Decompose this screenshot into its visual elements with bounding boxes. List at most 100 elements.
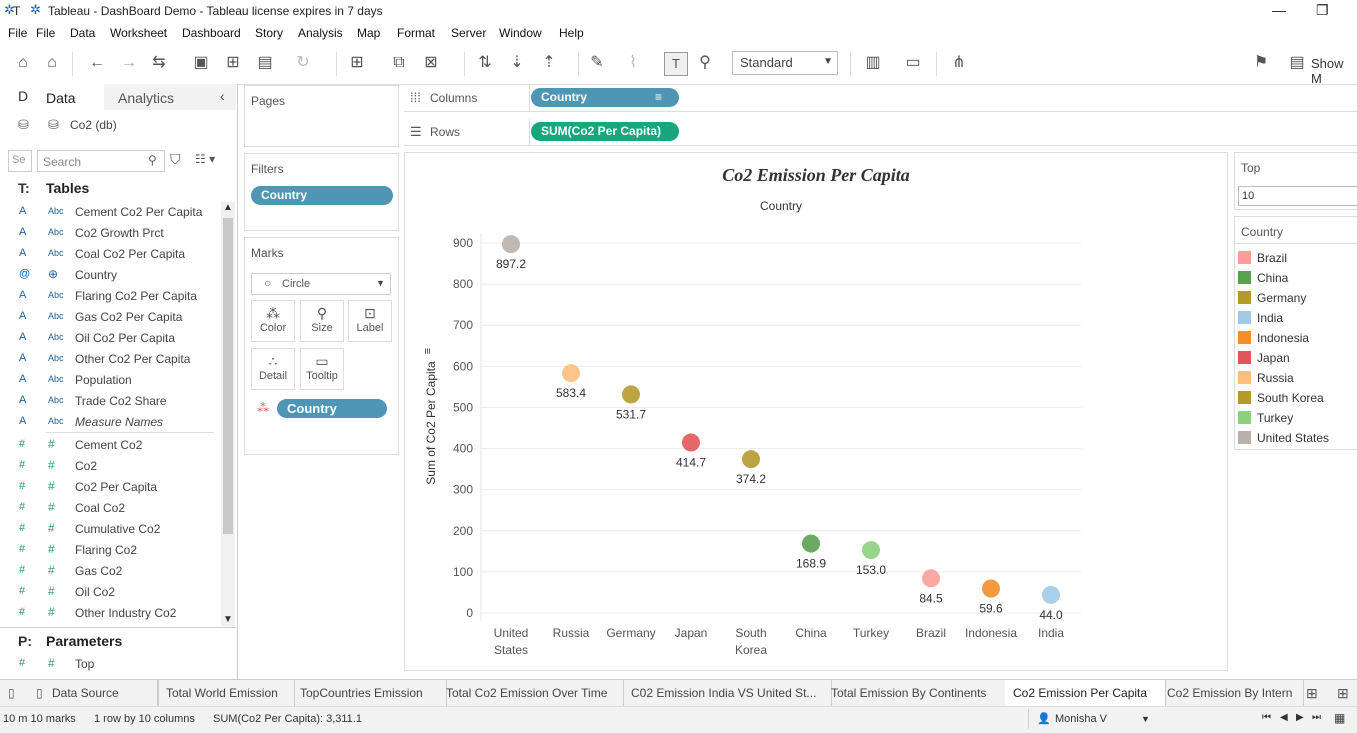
data-point[interactable] [922, 569, 940, 588]
dimension-field[interactable]: A Abc Coal Co2 Per Capita [0, 243, 220, 264]
tab-topcountries-emission[interactable]: TopCountries Emission [292, 680, 447, 706]
show-labels-icon[interactable]: T [664, 52, 688, 76]
columns-shelf[interactable]: ⁞⁞⁞ Columns Country ≡ [404, 85, 1357, 112]
data-point[interactable] [1042, 585, 1060, 604]
mark-size-select[interactable]: Standard ▼ [732, 51, 838, 75]
rows-shelf[interactable]: ☰ Rows SUM(Co2 Per Capita) [404, 119, 1357, 146]
columns-country-pill[interactable]: Country ≡ [531, 88, 679, 107]
dimension-field[interactable]: A Abc Co2 Growth Prct [0, 222, 220, 243]
start-page-icon[interactable]: ⌂ [41, 52, 63, 74]
dimension-field[interactable]: A Abc Cement Co2 Per Capita [0, 201, 220, 222]
dimension-field[interactable]: A Abc Oil Co2 Per Capita [0, 327, 220, 348]
tooltip-button[interactable]: ▭ Tooltip [300, 348, 344, 390]
color-button[interactable]: ⁂ Color [251, 300, 295, 342]
show-me-icon[interactable]: ▤ [1286, 52, 1308, 74]
measure-field[interactable]: # # Cumulative Co2 [0, 518, 220, 539]
redo-icon[interactable]: → [118, 52, 140, 74]
dimension-field[interactable]: A Abc Population [0, 369, 220, 390]
menu-worksheet[interactable]: Worksheet [110, 26, 167, 40]
last-sheet-icon[interactable]: ⏭ [1312, 712, 1321, 723]
data-point[interactable] [622, 385, 640, 404]
dimension-field[interactable]: A Abc Flaring Co2 Per Capita [0, 285, 220, 306]
measure-field[interactable]: # # Cement Co2 [0, 434, 220, 455]
datasource-name[interactable]: Co2 (db) [70, 118, 117, 132]
sort-descending-icon[interactable]: ⇡ [538, 52, 560, 74]
data-point[interactable] [862, 541, 880, 560]
refresh-icon[interactable]: ↻ [292, 52, 314, 74]
tab-c02-india-vs-us[interactable]: C02 Emission India VS United St... [623, 680, 832, 706]
legend-item[interactable]: United States [1238, 429, 1357, 449]
menu-story[interactable]: Story [255, 26, 283, 40]
prev-sheet-icon[interactable]: ◀ [1280, 712, 1288, 723]
filter-icon[interactable]: ⛉ [170, 151, 181, 168]
menu-server[interactable]: Server [451, 26, 486, 40]
dimension-field[interactable]: A Abc Trade Co2 Share [0, 390, 220, 411]
sort-ascending-icon[interactable]: ⇣ [506, 52, 528, 74]
menu-file-2[interactable]: File [36, 26, 55, 40]
minimize-icon[interactable]: — [1272, 2, 1286, 18]
home-icon[interactable]: ⌂ [12, 52, 34, 74]
parameter-item[interactable]: # # Top [0, 653, 220, 674]
search-input[interactable]: Search ⚲ [37, 150, 165, 172]
data-point[interactable] [802, 534, 820, 553]
scrollbar[interactable]: ▲ ▼ [221, 202, 235, 626]
clear-sheet-icon[interactable]: ⊠ [420, 52, 442, 74]
replace-data-icon[interactable]: ⇆ [148, 52, 170, 74]
new-dashboard-tab-icon[interactable]: ⊞ [1337, 685, 1349, 702]
menu-dashboard[interactable]: Dashboard [182, 26, 241, 40]
tab-total-world-emission[interactable]: Total World Emission [157, 680, 295, 706]
measure-field[interactable]: # # Flaring Co2 [0, 539, 220, 560]
measure-field[interactable]: # # Other Industry Co2 [0, 602, 220, 623]
measure-field[interactable]: # # Coal Co2 [0, 497, 220, 518]
highlight-icon[interactable]: ✎ [586, 52, 608, 74]
dimension-field[interactable]: @ ⊕ Country [0, 264, 220, 285]
collapse-pane-icon[interactable]: ‹ [220, 88, 225, 104]
label-button[interactable]: ⊡ Label [348, 300, 392, 342]
tab-co2-by-intern[interactable]: Co2 Emission By Intern [1159, 680, 1304, 706]
new-datasource-icon[interactable]: ⊞ [222, 52, 244, 74]
legend-item[interactable]: South Korea [1238, 389, 1357, 409]
size-button[interactable]: ⚲ Size [300, 300, 344, 342]
tab-co2-per-capita[interactable]: Co2 Emission Per Capita [1005, 680, 1166, 708]
new-worksheet-icon[interactable]: ⊞ [346, 52, 368, 74]
save-icon[interactable]: ▣ [190, 52, 212, 74]
dimension-field[interactable]: A Abc Measure Names [0, 411, 220, 432]
menu-map[interactable]: Map [357, 26, 380, 40]
fix-axes-icon[interactable]: ⚲ [694, 52, 716, 74]
rows-sum-pill[interactable]: SUM(Co2 Per Capita) [531, 122, 679, 141]
data-point[interactable] [562, 364, 580, 383]
menu-format[interactable]: Format [397, 26, 435, 40]
group-icon[interactable]: ⌇ [622, 52, 644, 74]
legend-item[interactable]: Germany [1238, 289, 1357, 309]
measure-field[interactable]: # # Oil Co2 [0, 581, 220, 602]
filter-country-pill[interactable]: Country [251, 186, 393, 205]
data-point[interactable] [682, 433, 700, 452]
duplicate-icon[interactable]: ⧉ [388, 52, 410, 74]
tab-data-short[interactable]: D [18, 88, 28, 104]
legend-item[interactable]: Japan [1238, 349, 1357, 369]
show-filmstrip-icon[interactable]: ▦ [1334, 711, 1345, 725]
mark-type-select[interactable]: ○ Circle ▼ [251, 273, 391, 295]
menu-file-1[interactable]: File [8, 26, 27, 40]
scroll-up-icon[interactable]: ▲ [223, 202, 233, 213]
measure-field[interactable]: # # Co2 [0, 455, 220, 476]
scrollbar-thumb[interactable] [223, 218, 233, 534]
presentation-icon[interactable]: ▭ [902, 52, 924, 74]
measure-field[interactable]: # # Co2 Per Capita [0, 476, 220, 497]
paint-brush-icon[interactable]: ⚑ [1250, 52, 1272, 74]
menu-analysis[interactable]: Analysis [298, 26, 343, 40]
tab-data[interactable]: Data [36, 84, 104, 112]
tab-data-source[interactable]: Data Source [44, 680, 159, 706]
new-worksheet-tab-icon[interactable]: ⊞ [1306, 685, 1318, 702]
tab-total-co2-over-time[interactable]: Total Co2 Emission Over Time [438, 680, 624, 706]
tab-total-by-continents[interactable]: Total Emission By Continents [823, 680, 1009, 706]
legend-item[interactable]: Indonesia [1238, 329, 1357, 349]
legend-item[interactable]: Russia [1238, 369, 1357, 389]
undo-icon[interactable]: ← [86, 52, 108, 74]
first-sheet-icon[interactable]: ⏮ [1262, 712, 1271, 723]
data-point[interactable] [982, 579, 1000, 598]
detail-button[interactable]: ∴ Detail [251, 348, 295, 390]
data-point[interactable] [502, 235, 520, 254]
filters-shelf[interactable]: Filters Country [244, 153, 399, 231]
search-short-field[interactable]: Se [8, 150, 32, 172]
